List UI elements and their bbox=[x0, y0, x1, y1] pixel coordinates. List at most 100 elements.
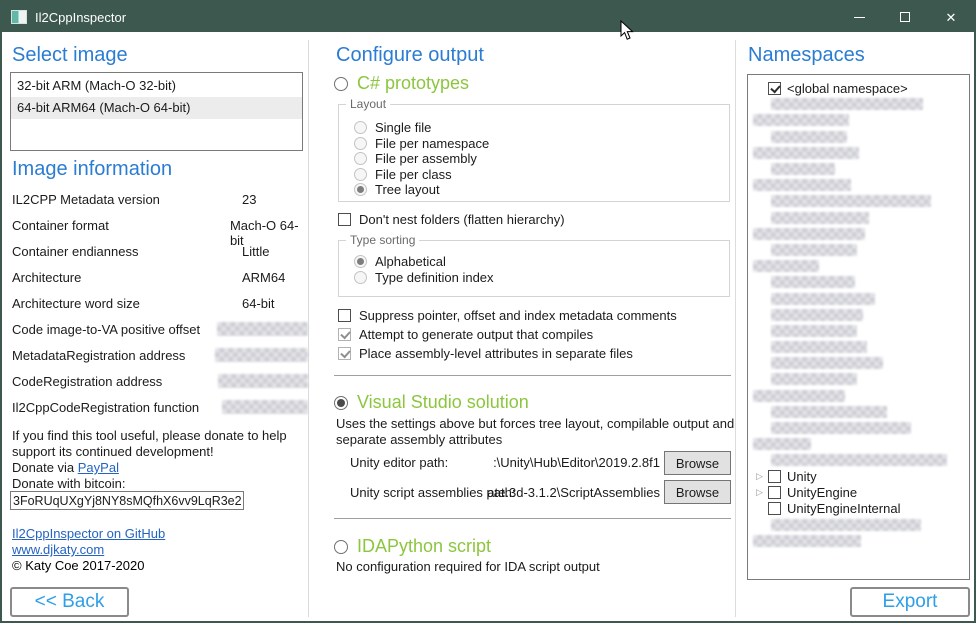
option-checkbox[interactable]: Suppress pointer, offset and index metad… bbox=[338, 308, 677, 323]
layout-option[interactable]: Single file bbox=[354, 120, 729, 136]
namespace-label: Unity bbox=[787, 469, 817, 484]
image-info-header: Image information bbox=[12, 158, 172, 181]
namespace-item[interactable] bbox=[748, 533, 969, 549]
namespace-item[interactable] bbox=[748, 129, 969, 145]
github-link[interactable]: Il2CppInspector on GitHub bbox=[12, 526, 165, 541]
namespace-item[interactable] bbox=[748, 145, 969, 161]
namespace-item[interactable] bbox=[748, 193, 969, 209]
namespace-item[interactable] bbox=[748, 339, 969, 355]
visual-studio-radio[interactable]: Visual Studio solution bbox=[334, 392, 529, 413]
namespace-item[interactable] bbox=[748, 242, 969, 258]
namespace-item[interactable] bbox=[748, 96, 969, 112]
option-checkbox[interactable]: Attempt to generate output that compiles bbox=[338, 327, 593, 342]
namespace-item[interactable] bbox=[748, 112, 969, 128]
browse-editor-button[interactable]: Browse bbox=[664, 451, 731, 475]
namespace-redacted bbox=[771, 519, 921, 531]
namespace-item[interactable]: <global namespace> bbox=[748, 80, 969, 96]
links-block: Il2CppInspector on GitHub www.djkaty.com… bbox=[12, 526, 165, 574]
expander-icon[interactable] bbox=[753, 471, 768, 482]
paypal-link[interactable]: PayPal bbox=[78, 460, 119, 475]
namespace-item[interactable]: UnityEngine bbox=[748, 485, 969, 501]
namespace-item[interactable] bbox=[748, 177, 969, 193]
namespace-redacted bbox=[771, 195, 931, 207]
checkbox-icon[interactable] bbox=[768, 486, 781, 499]
namespace-item[interactable] bbox=[748, 517, 969, 533]
radio-icon bbox=[354, 121, 367, 134]
namespace-redacted bbox=[753, 438, 811, 450]
back-button[interactable]: << Back bbox=[10, 587, 129, 617]
maximize-button[interactable] bbox=[882, 2, 928, 32]
namespace-item[interactable]: Unity bbox=[748, 469, 969, 485]
namespace-item[interactable] bbox=[748, 420, 969, 436]
minimize-button[interactable] bbox=[836, 2, 882, 32]
namespace-redacted bbox=[771, 131, 847, 143]
namespaces-tree[interactable]: <global namespace> UnityUnityEngineUnityE… bbox=[747, 74, 970, 580]
namespace-redacted bbox=[771, 276, 855, 288]
namespace-item[interactable] bbox=[748, 290, 969, 306]
expander-icon[interactable] bbox=[753, 487, 768, 498]
type-sorting-option[interactable]: Alphabetical bbox=[354, 254, 729, 270]
idapython-description: No configuration required for IDA script… bbox=[336, 559, 600, 575]
namespace-item[interactable] bbox=[748, 274, 969, 290]
namespace-label: UnityEngine bbox=[787, 485, 857, 500]
option-checkbox-label: Attempt to generate output that compiles bbox=[359, 327, 593, 342]
namespace-item[interactable] bbox=[748, 404, 969, 420]
namespace-redacted bbox=[771, 325, 857, 337]
image-list-item[interactable]: 64-bit ARM64 (Mach-O 64-bit) bbox=[11, 97, 302, 119]
radio-icon bbox=[334, 396, 348, 410]
namespace-redacted bbox=[771, 309, 863, 321]
layout-option[interactable]: File per class bbox=[354, 167, 729, 183]
info-label: CodeRegistration address bbox=[12, 374, 218, 389]
type-sorting-option[interactable]: Type definition index bbox=[354, 270, 729, 286]
namespace-redacted bbox=[753, 260, 819, 272]
namespace-item[interactable] bbox=[748, 307, 969, 323]
browse-assemblies-button[interactable]: Browse bbox=[664, 480, 731, 504]
csharp-prototypes-label: C# prototypes bbox=[357, 73, 469, 94]
namespace-item[interactable]: UnityEngineInternal bbox=[748, 501, 969, 517]
layout-option[interactable]: File per assembly bbox=[354, 151, 729, 167]
info-value: ARM64 bbox=[242, 270, 285, 285]
namespace-item[interactable] bbox=[748, 258, 969, 274]
namespace-item[interactable] bbox=[748, 210, 969, 226]
copyright-text: © Katy Coe 2017-2020 bbox=[12, 558, 144, 573]
window-controls: ✕ bbox=[836, 2, 974, 32]
image-list-item[interactable]: 32-bit ARM (Mach-O 32-bit) bbox=[11, 75, 302, 97]
checkbox-icon[interactable] bbox=[768, 502, 781, 515]
title-bar[interactable]: Il2CppInspector ✕ bbox=[2, 2, 974, 32]
website-link[interactable]: www.djkaty.com bbox=[12, 542, 104, 557]
option-checkbox[interactable]: Place assembly-level attributes in separ… bbox=[338, 346, 633, 361]
unity-assemblies-path-value[interactable]: ate.3d-3.1.2\ScriptAssemblies bbox=[340, 485, 660, 500]
export-button[interactable]: Export bbox=[850, 587, 970, 617]
option-checkbox-label: Place assembly-level attributes in separ… bbox=[359, 346, 633, 361]
layout-option-label: File per namespace bbox=[375, 136, 489, 151]
namespace-redacted bbox=[771, 422, 911, 434]
namespace-item[interactable] bbox=[748, 452, 969, 468]
close-button[interactable]: ✕ bbox=[928, 2, 974, 32]
image-list[interactable]: 32-bit ARM (Mach-O 32-bit)64-bit ARM64 (… bbox=[10, 72, 303, 151]
csharp-prototypes-radio[interactable]: C# prototypes bbox=[334, 73, 469, 94]
namespace-item[interactable] bbox=[748, 161, 969, 177]
namespace-redacted bbox=[753, 390, 845, 402]
namespace-item[interactable] bbox=[748, 436, 969, 452]
unity-editor-path-value[interactable]: :\Unity\Hub\Editor\2019.2.8f1 bbox=[340, 455, 660, 470]
namespace-item[interactable] bbox=[748, 323, 969, 339]
visual-studio-description: Uses the settings above but forces tree … bbox=[336, 416, 748, 448]
checkbox-icon[interactable] bbox=[768, 82, 781, 95]
namespace-item[interactable] bbox=[748, 388, 969, 404]
layout-option[interactable]: File per namespace bbox=[354, 136, 729, 152]
namespace-item[interactable] bbox=[748, 371, 969, 387]
window-title: Il2CppInspector bbox=[35, 10, 126, 25]
idapython-radio[interactable]: IDAPython script bbox=[334, 536, 491, 557]
flatten-checkbox[interactable]: Don't nest folders (flatten hierarchy) bbox=[338, 212, 565, 227]
namespace-label: UnityEngineInternal bbox=[787, 501, 900, 516]
type-sorting-group-title: Type sorting bbox=[346, 233, 419, 247]
type-sorting-option-label: Alphabetical bbox=[375, 254, 446, 269]
namespace-item[interactable] bbox=[748, 226, 969, 242]
layout-option[interactable]: Tree layout bbox=[354, 182, 729, 198]
checkbox-icon[interactable] bbox=[768, 470, 781, 483]
radio-icon bbox=[334, 77, 348, 91]
namespace-item[interactable] bbox=[748, 355, 969, 371]
donate-message: If you find this tool useful, please don… bbox=[12, 428, 287, 459]
bitcoin-address-input[interactable] bbox=[10, 491, 244, 510]
namespace-redacted bbox=[753, 114, 849, 126]
